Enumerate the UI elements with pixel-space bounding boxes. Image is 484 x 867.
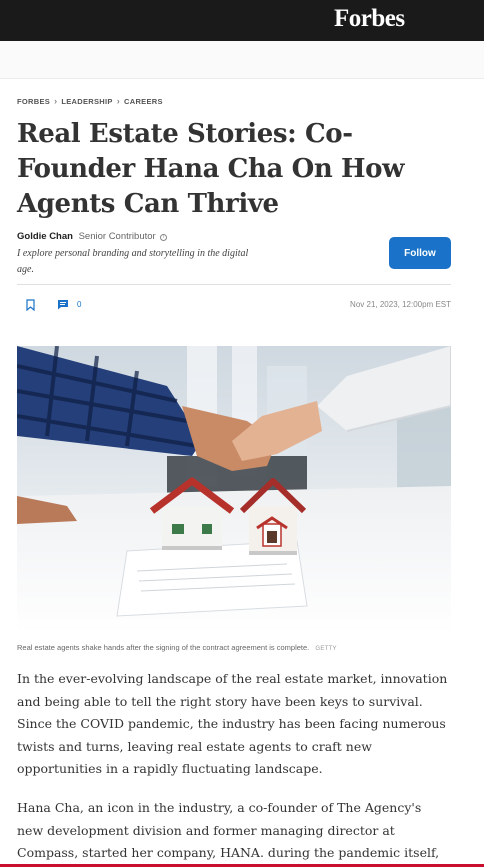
breadcrumb: FORBES › LEADERSHIP › CAREERS <box>17 96 163 106</box>
breadcrumb-item-forbes[interactable]: FORBES <box>17 97 50 106</box>
divider <box>17 284 451 285</box>
caption-text: Real estate agents shake hands after the… <box>17 643 310 652</box>
handshake-house-photo <box>17 346 451 635</box>
comment-icon[interactable] <box>57 299 69 310</box>
article-paragraph: Hana Cha, an icon in the industry, a co-… <box>17 800 440 860</box>
breadcrumb-item-careers[interactable]: CAREERS <box>124 97 163 106</box>
follow-button[interactable]: Follow <box>389 237 451 269</box>
top-navigation-bar: Forbes <box>0 0 484 41</box>
hero-image <box>17 346 451 635</box>
publish-date: Nov 21, 2023, 12:00pm EST <box>350 300 451 309</box>
image-credit: GETTY <box>315 646 337 652</box>
breadcrumb-separator: › <box>54 96 58 106</box>
comment-count[interactable]: 0 <box>77 300 81 309</box>
article-actions: 0 Nov 21, 2023, 12:00pm EST <box>17 296 451 314</box>
author-bio: I explore personal branding and storytel… <box>17 248 249 275</box>
sub-navigation-bar <box>0 41 484 79</box>
author-role: Senior Contributor <box>78 231 156 242</box>
author-byline: Goldie Chan Senior Contributor i <box>17 231 168 242</box>
article-title: Real Estate Stories: Co-Founder Hana Cha… <box>17 119 405 219</box>
image-caption: Real estate agents shake hands after the… <box>17 643 337 652</box>
breadcrumb-item-leadership[interactable]: LEADERSHIP <box>61 97 112 106</box>
info-icon[interactable]: i <box>160 234 168 241</box>
forbes-logo[interactable]: Forbes <box>334 5 405 33</box>
article-paragraph: In the ever-evolving landscape of the re… <box>17 671 448 776</box>
breadcrumb-separator: › <box>116 96 121 106</box>
author-name[interactable]: Goldie Chan <box>17 231 73 242</box>
bookmark-icon[interactable] <box>26 299 35 311</box>
